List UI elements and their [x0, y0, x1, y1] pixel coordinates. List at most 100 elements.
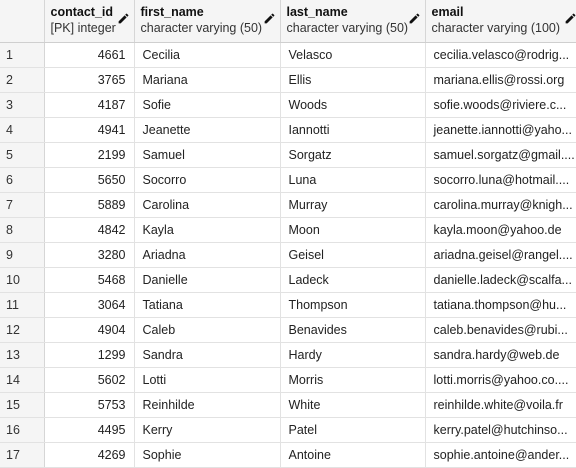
- pencil-icon[interactable]: [408, 12, 421, 25]
- last-name-cell[interactable]: Hardy: [280, 342, 426, 368]
- contact-id-cell[interactable]: 5753: [44, 392, 135, 418]
- contact-id-cell[interactable]: 1299: [44, 342, 135, 368]
- contact-id-cell[interactable]: 4661: [44, 42, 135, 68]
- table-row[interactable]: 9 3280 Ariadna Geisel ariadna.geisel@rangel.…: [0, 242, 576, 268]
- first-name-cell[interactable]: Carolina: [134, 192, 281, 218]
- email-cell[interactable]: kayla.moon@yahoo.de: [425, 217, 576, 243]
- first-name-cell[interactable]: Sophie: [134, 442, 281, 468]
- first-name-cell[interactable]: Caleb: [134, 317, 281, 343]
- row-number-cell[interactable]: 13: [0, 342, 45, 368]
- table-row[interactable]: 17 4269 Sophie Antoine sophie.antoine@ander.…: [0, 442, 576, 468]
- email-cell[interactable]: socorro.luna@hotmail....: [425, 167, 576, 193]
- first-name-cell[interactable]: Danielle: [134, 267, 281, 293]
- first-name-cell[interactable]: Lotti: [134, 367, 281, 393]
- row-number-header[interactable]: [0, 0, 45, 43]
- first-name-cell[interactable]: Kerry: [134, 417, 281, 443]
- row-number-cell[interactable]: 17: [0, 442, 45, 468]
- contact-id-cell[interactable]: 2199: [44, 142, 135, 168]
- row-number-cell[interactable]: 12: [0, 317, 45, 343]
- last-name-cell[interactable]: Morris: [280, 367, 426, 393]
- contact-id-cell[interactable]: 5650: [44, 167, 135, 193]
- first-name-cell[interactable]: Socorro: [134, 167, 281, 193]
- first-name-cell[interactable]: Mariana: [134, 67, 281, 93]
- email-cell[interactable]: kerry.patel@hutchinso...: [425, 417, 576, 443]
- column-header-contact-id[interactable]: contact_id [PK] integer: [44, 0, 135, 43]
- table-row[interactable]: 3 4187 Sofie Woods sofie.woods@riviere.c...: [0, 92, 576, 118]
- table-row[interactable]: 15 5753 Reinhilde White reinhilde.white@voil…: [0, 392, 576, 418]
- last-name-cell[interactable]: Benavides: [280, 317, 426, 343]
- last-name-cell[interactable]: Thompson: [280, 292, 426, 318]
- last-name-cell[interactable]: Murray: [280, 192, 426, 218]
- contact-id-cell[interactable]: 3280: [44, 242, 135, 268]
- pencil-icon[interactable]: [263, 12, 276, 25]
- first-name-cell[interactable]: Cecilia: [134, 42, 281, 68]
- row-number-cell[interactable]: 10: [0, 267, 45, 293]
- contact-id-cell[interactable]: 4187: [44, 92, 135, 118]
- table-row[interactable]: 11 3064 Tatiana Thompson tatiana.thompson@hu…: [0, 292, 576, 318]
- email-cell[interactable]: sofie.woods@riviere.c...: [425, 92, 576, 118]
- email-cell[interactable]: ariadna.geisel@rangel....: [425, 242, 576, 268]
- first-name-cell[interactable]: Kayla: [134, 217, 281, 243]
- row-number-cell[interactable]: 2: [0, 67, 45, 93]
- email-cell[interactable]: jeanette.iannotti@yaho...: [425, 117, 576, 143]
- email-cell[interactable]: tatiana.thompson@hu...: [425, 292, 576, 318]
- table-row[interactable]: 13 1299 Sandra Hardy sandra.hardy@web.de: [0, 342, 576, 368]
- first-name-cell[interactable]: Samuel: [134, 142, 281, 168]
- row-number-cell[interactable]: 1: [0, 42, 45, 68]
- table-row[interactable]: 6 5650 Socorro Luna socorro.luna@hotmail....: [0, 167, 576, 193]
- row-number-cell[interactable]: 16: [0, 417, 45, 443]
- table-row[interactable]: 2 3765 Mariana Ellis mariana.ellis@rossi.org: [0, 67, 576, 93]
- email-cell[interactable]: reinhilde.white@voila.fr: [425, 392, 576, 418]
- first-name-cell[interactable]: Tatiana: [134, 292, 281, 318]
- column-header-email[interactable]: email character varying (100): [425, 0, 576, 43]
- last-name-cell[interactable]: White: [280, 392, 426, 418]
- row-number-cell[interactable]: 15: [0, 392, 45, 418]
- row-number-cell[interactable]: 9: [0, 242, 45, 268]
- email-cell[interactable]: sandra.hardy@web.de: [425, 342, 576, 368]
- email-cell[interactable]: sophie.antoine@ander...: [425, 442, 576, 468]
- email-cell[interactable]: cecilia.velasco@rodrig...: [425, 42, 576, 68]
- contact-id-cell[interactable]: 5468: [44, 267, 135, 293]
- first-name-cell[interactable]: Sandra: [134, 342, 281, 368]
- pencil-icon[interactable]: [564, 12, 576, 25]
- table-row[interactable]: 16 4495 Kerry Patel kerry.patel@hutchinso...: [0, 417, 576, 443]
- email-cell[interactable]: mariana.ellis@rossi.org: [425, 67, 576, 93]
- last-name-cell[interactable]: Ellis: [280, 67, 426, 93]
- pencil-icon[interactable]: [117, 12, 130, 25]
- table-row[interactable]: 4 4941 Jeanette Iannotti jeanette.iannotti@y…: [0, 117, 576, 143]
- contact-id-cell[interactable]: 4842: [44, 217, 135, 243]
- email-cell[interactable]: samuel.sorgatz@gmail....: [425, 142, 576, 168]
- table-row[interactable]: 10 5468 Danielle Ladeck danielle.ladeck@scal…: [0, 267, 576, 293]
- row-number-cell[interactable]: 5: [0, 142, 45, 168]
- contact-id-cell[interactable]: 3765: [44, 67, 135, 93]
- row-number-cell[interactable]: 14: [0, 367, 45, 393]
- row-number-cell[interactable]: 8: [0, 217, 45, 243]
- last-name-cell[interactable]: Luna: [280, 167, 426, 193]
- last-name-cell[interactable]: Patel: [280, 417, 426, 443]
- contact-id-cell[interactable]: 4269: [44, 442, 135, 468]
- last-name-cell[interactable]: Iannotti: [280, 117, 426, 143]
- contact-id-cell[interactable]: 3064: [44, 292, 135, 318]
- table-row[interactable]: 8 4842 Kayla Moon kayla.moon@yahoo.de: [0, 217, 576, 243]
- contact-id-cell[interactable]: 4941: [44, 117, 135, 143]
- contact-id-cell[interactable]: 4495: [44, 417, 135, 443]
- first-name-cell[interactable]: Reinhilde: [134, 392, 281, 418]
- last-name-cell[interactable]: Ladeck: [280, 267, 426, 293]
- table-row[interactable]: 1 4661 Cecilia Velasco cecilia.velasco@rodri…: [0, 42, 576, 68]
- column-header-last-name[interactable]: last_name character varying (50): [280, 0, 426, 43]
- email-cell[interactable]: lotti.morris@yahoo.co....: [425, 367, 576, 393]
- table-row[interactable]: 7 5889 Carolina Murray carolina.murray@knigh…: [0, 192, 576, 218]
- email-cell[interactable]: caleb.benavides@rubi...: [425, 317, 576, 343]
- first-name-cell[interactable]: Jeanette: [134, 117, 281, 143]
- last-name-cell[interactable]: Antoine: [280, 442, 426, 468]
- row-number-cell[interactable]: 4: [0, 117, 45, 143]
- last-name-cell[interactable]: Velasco: [280, 42, 426, 68]
- contact-id-cell[interactable]: 5602: [44, 367, 135, 393]
- table-row[interactable]: 12 4904 Caleb Benavides caleb.benavides@rubi…: [0, 317, 576, 343]
- last-name-cell[interactable]: Moon: [280, 217, 426, 243]
- table-row[interactable]: 5 2199 Samuel Sorgatz samuel.sorgatz@gmail..…: [0, 142, 576, 168]
- column-header-first-name[interactable]: first_name character varying (50): [134, 0, 281, 43]
- first-name-cell[interactable]: Ariadna: [134, 242, 281, 268]
- row-number-cell[interactable]: 7: [0, 192, 45, 218]
- contact-id-cell[interactable]: 4904: [44, 317, 135, 343]
